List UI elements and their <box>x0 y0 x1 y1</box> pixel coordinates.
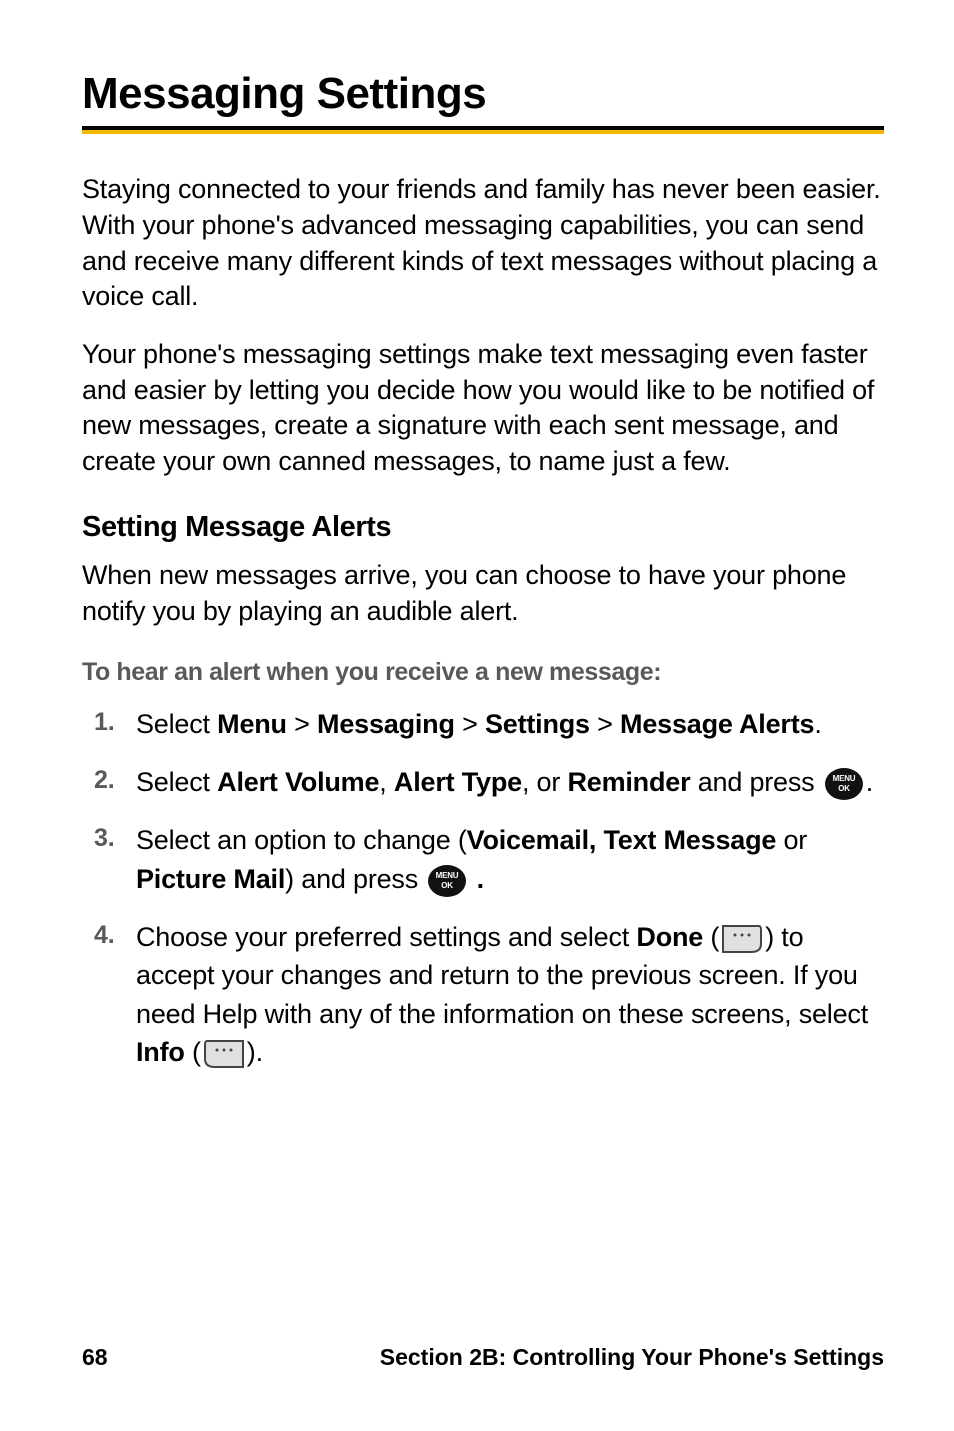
section-label: Section 2B: Controlling Your Phone's Set… <box>380 1344 884 1371</box>
page-title: Messaging Settings <box>82 70 884 118</box>
settings-label: Settings <box>485 709 590 739</box>
step-number: 3. <box>94 821 114 857</box>
sep: , <box>379 767 394 797</box>
picture-mail-label: Picture Mail <box>136 864 285 894</box>
step-text: Choose your preferred settings and selec… <box>136 922 636 952</box>
menu-ok-key-icon: MENUOK <box>427 864 467 898</box>
svg-text:OK: OK <box>838 784 850 793</box>
voicemail-text-label: Voicemail, Text Message <box>467 825 777 855</box>
done-label: Done <box>636 922 703 952</box>
alert-volume-label: Alert Volume <box>217 767 379 797</box>
procedure-steps: 1. Select Menu > Messaging > Settings > … <box>82 705 884 1072</box>
step-number: 1. <box>94 705 114 741</box>
svg-text:MENU: MENU <box>832 774 855 783</box>
message-alerts-label: Message Alerts <box>620 709 814 739</box>
menu-ok-key-icon: MENUOK <box>824 767 864 801</box>
open-paren: ( <box>185 1037 201 1067</box>
sep: > <box>287 709 317 739</box>
step-text: Select <box>136 767 217 797</box>
step-number: 4. <box>94 918 114 954</box>
period: . <box>814 709 821 739</box>
close-paren: ). <box>247 1037 263 1067</box>
step-number: 2. <box>94 763 114 799</box>
sep: , or <box>522 767 568 797</box>
step-text: ) and press <box>285 864 425 894</box>
section-intro: When new messages arrive, you can choose… <box>82 558 884 629</box>
period: . <box>469 864 484 894</box>
sep: > <box>455 709 485 739</box>
reminder-label: Reminder <box>567 767 690 797</box>
rule-accent <box>82 130 884 134</box>
right-softkey-icon <box>203 1039 245 1069</box>
title-block: Messaging Settings <box>82 70 884 134</box>
sep: or <box>776 825 807 855</box>
page-footer: 68 Section 2B: Controlling Your Phone's … <box>82 1344 884 1371</box>
page-number: 68 <box>82 1344 108 1371</box>
step-text: Select <box>136 709 217 739</box>
menu-label: Menu <box>217 709 287 739</box>
open-paren: ( <box>703 922 719 952</box>
messaging-label: Messaging <box>317 709 455 739</box>
step-text: and press <box>690 767 821 797</box>
heading-rule <box>82 126 884 134</box>
svg-text:MENU: MENU <box>436 871 459 880</box>
step-text: Select an option to change ( <box>136 825 467 855</box>
sep: > <box>590 709 620 739</box>
period: . <box>866 767 873 797</box>
step-1: 1. Select Menu > Messaging > Settings > … <box>136 705 884 743</box>
left-softkey-icon <box>721 924 763 954</box>
intro-paragraph-1: Staying connected to your friends and fa… <box>82 172 884 315</box>
step-3: 3. Select an option to change (Voicemail… <box>136 821 884 898</box>
manual-page: Messaging Settings Staying connected to … <box>0 0 954 1431</box>
step-2: 2. Select Alert Volume, Alert Type, or R… <box>136 763 884 801</box>
procedure-lead-in: To hear an alert when you receive a new … <box>82 658 884 687</box>
step-4: 4. Choose your preferred settings and se… <box>136 918 884 1071</box>
info-label: Info <box>136 1037 185 1067</box>
intro-paragraph-2: Your phone's messaging settings make tex… <box>82 337 884 480</box>
section-heading: Setting Message Alerts <box>82 511 884 544</box>
svg-text:OK: OK <box>442 881 454 890</box>
alert-type-label: Alert Type <box>394 767 522 797</box>
